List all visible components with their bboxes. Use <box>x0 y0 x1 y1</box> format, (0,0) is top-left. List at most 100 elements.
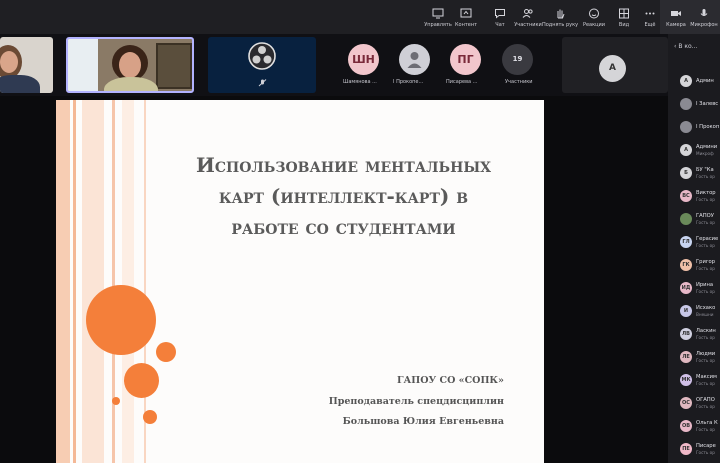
monitor-icon <box>432 8 444 19</box>
participant-role: Гость ор <box>696 266 715 271</box>
participant-row[interactable]: ОС ОГАПО Гость ор <box>680 394 720 412</box>
participant-role: Гость ор <box>696 174 715 179</box>
participant-name: ГАПОУ <box>696 213 714 219</box>
participant-name: I Прокоп <box>696 124 720 130</box>
panel-header[interactable]: ‹ В ко... <box>674 43 697 50</box>
participant-name: Максим <box>696 374 717 380</box>
decor-circle <box>86 285 156 355</box>
chat-icon <box>494 8 506 19</box>
window-background <box>68 39 98 91</box>
participant-role: Гость ор <box>696 335 715 340</box>
participant-avatar <box>680 121 692 133</box>
participant-role: Гость ор <box>696 427 715 432</box>
participant-name: Писаре <box>696 443 716 449</box>
participant-name: Ласкин <box>696 328 716 334</box>
participant-name: Админ <box>696 78 714 84</box>
slide-title: Использование ментальных карт (интеллект… <box>195 153 492 239</box>
decor-circle <box>156 342 176 362</box>
slide-organization: ГАПОУ СО «СОПК» <box>396 375 504 386</box>
participant-name: Виктор <box>696 190 716 196</box>
video-tile-presenter[interactable] <box>66 37 194 93</box>
participant-row[interactable]: ЛВ Ласкин Гость ор <box>680 325 720 343</box>
participant-name: Герасие <box>696 236 719 242</box>
mic-button[interactable]: Микрофон <box>690 8 718 28</box>
participant-avatar: Б <box>680 167 692 179</box>
participant-avatar: ЛЕ <box>680 351 692 363</box>
participant-row[interactable]: I Залевс <box>680 95 720 113</box>
participant-name: ОГАПО <box>696 397 715 403</box>
participant-strip: ШН Шамянова ... I Прокопе... ПГ Писарева… <box>0 34 668 96</box>
slide-decor-band <box>82 100 104 463</box>
decor-circle <box>143 410 157 424</box>
participant-avatar: ОС <box>680 397 692 409</box>
participant-avatar: ГК <box>680 259 692 271</box>
participant-row[interactable]: ГК Григор Гость ор <box>680 256 720 274</box>
participant-role: Гость ор <box>696 450 715 455</box>
share-screen-icon <box>460 8 472 19</box>
participant-role: Гость ор <box>696 197 715 202</box>
participant-row[interactable]: I Прокоп <box>680 118 720 136</box>
more-icon <box>644 8 656 19</box>
muted-mic-icon <box>258 79 267 87</box>
participant-row[interactable]: МК Максим Гость ор <box>680 371 720 389</box>
participant-name: I Залевс <box>696 101 719 107</box>
person-icon <box>407 52 422 68</box>
avatar-generic[interactable] <box>399 44 430 75</box>
participant-role: Гость ор <box>696 358 715 363</box>
video-tile-participant[interactable] <box>0 37 53 93</box>
participant-body <box>0 75 40 93</box>
slide-decor-band <box>144 100 146 463</box>
participant-avatar: ВС <box>680 190 692 202</box>
participant-role: Гость ор <box>696 289 715 294</box>
grid-icon <box>618 8 630 19</box>
tile-name: Шамянова ... <box>343 79 377 85</box>
speaker-avatar: А <box>599 55 626 82</box>
camera-button[interactable]: Камера <box>662 8 690 28</box>
participant-row[interactable]: ОВ Ольга К Гость ор <box>680 417 720 435</box>
camera-icon <box>670 8 682 19</box>
mic-icon <box>698 8 710 19</box>
participant-name: Админи <box>696 144 718 150</box>
obs-screen-tile[interactable] <box>208 37 316 93</box>
participant-row[interactable]: Б БУ "Ка Гость ор <box>680 164 720 182</box>
slide-decor-band <box>112 100 115 463</box>
participant-row[interactable]: ПЕ Писаре Гость ор <box>680 440 720 458</box>
participant-avatar: ЛВ <box>680 328 692 340</box>
tile-name: I Прокопе... <box>393 79 424 85</box>
participant-avatar: ГЛ <box>680 236 692 248</box>
speaker-tile[interactable]: А <box>562 37 668 93</box>
participant-avatar: МК <box>680 374 692 386</box>
participant-avatar: И <box>680 305 692 317</box>
avatar-initials[interactable]: ШН <box>348 44 379 75</box>
participant-role: Микроф <box>696 151 714 156</box>
participant-row[interactable]: И Исхако Внешни <box>680 302 720 320</box>
participant-row[interactable]: ВС Виктор Гость ор <box>680 187 720 205</box>
participant-role: Гость ор <box>696 404 715 409</box>
participant-row[interactable]: ЛЕ Людми Гость ор <box>680 348 720 366</box>
tile-name: Участники <box>505 79 533 85</box>
participant-row[interactable]: А Админ <box>680 72 720 90</box>
bookshelf <box>156 43 192 89</box>
smile-icon <box>588 8 600 19</box>
shared-content-stage: Использование ментальных карт (интеллект… <box>0 96 668 463</box>
participant-row[interactable]: ГАПОУ Гость ор <box>680 210 720 228</box>
avatar-initials[interactable]: ПГ <box>450 44 481 75</box>
participant-avatar <box>680 213 692 225</box>
participant-row[interactable]: А Админи Микроф <box>680 141 720 159</box>
participant-avatar: ПЕ <box>680 443 692 455</box>
decor-circle <box>112 397 120 405</box>
decor-circle <box>124 363 159 398</box>
slide-decor-band <box>56 100 70 463</box>
participant-row[interactable]: ИД Ирина Гость ор <box>680 279 720 297</box>
participant-role: Внешни <box>696 312 714 317</box>
device-controls: Камера Микрофон <box>660 0 720 34</box>
tile-name: Писарева ... <box>446 79 478 85</box>
participant-row[interactable]: ГЛ Герасие Гость ор <box>680 233 720 251</box>
participant-role: Гость ор <box>696 381 715 386</box>
meeting-toolbar: Управлять Контент Чат Участники Поднять … <box>0 0 720 34</box>
presenter-face <box>119 52 141 78</box>
participant-name: Ольга К <box>696 420 718 426</box>
participants-count[interactable]: 19 <box>502 44 533 75</box>
slide-decor-band <box>122 100 134 463</box>
participant-role: Гость ор <box>696 243 715 248</box>
